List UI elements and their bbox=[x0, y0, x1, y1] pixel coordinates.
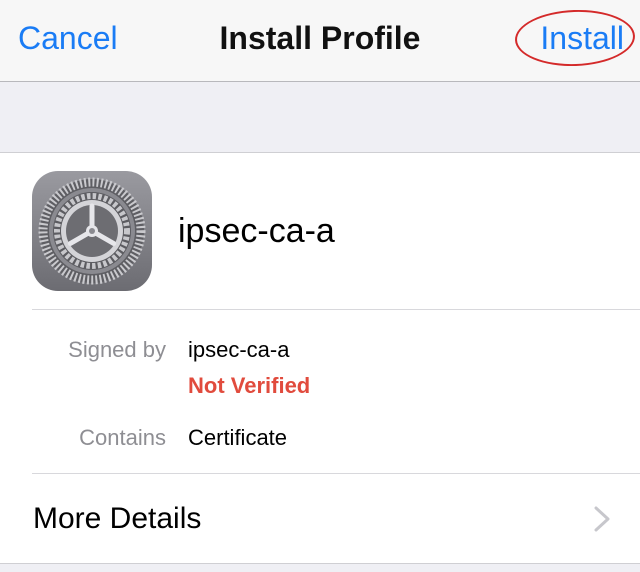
cancel-button[interactable]: Cancel bbox=[18, 18, 118, 58]
settings-gear-icon bbox=[32, 171, 152, 291]
more-details-row[interactable]: More Details bbox=[0, 474, 640, 564]
signed-by-value: ipsec-ca-a bbox=[188, 337, 290, 362]
divider bbox=[32, 309, 640, 310]
section-spacer bbox=[0, 82, 640, 152]
chevron-right-icon bbox=[594, 506, 610, 532]
verification-status: Not Verified bbox=[188, 373, 311, 398]
profile-card: ipsec-ca-a Signed by ipsec-ca-a Not Veri… bbox=[0, 152, 640, 564]
signed-by-label: Signed by bbox=[68, 337, 166, 362]
more-details-label: More Details bbox=[33, 502, 202, 535]
contains-label: Contains bbox=[79, 425, 166, 450]
profile-name: ipsec-ca-a bbox=[178, 212, 335, 250]
navigation-bar: Cancel Install Profile Install bbox=[0, 0, 640, 82]
contains-value: Certificate bbox=[188, 425, 288, 450]
install-button[interactable]: Install bbox=[536, 18, 628, 58]
